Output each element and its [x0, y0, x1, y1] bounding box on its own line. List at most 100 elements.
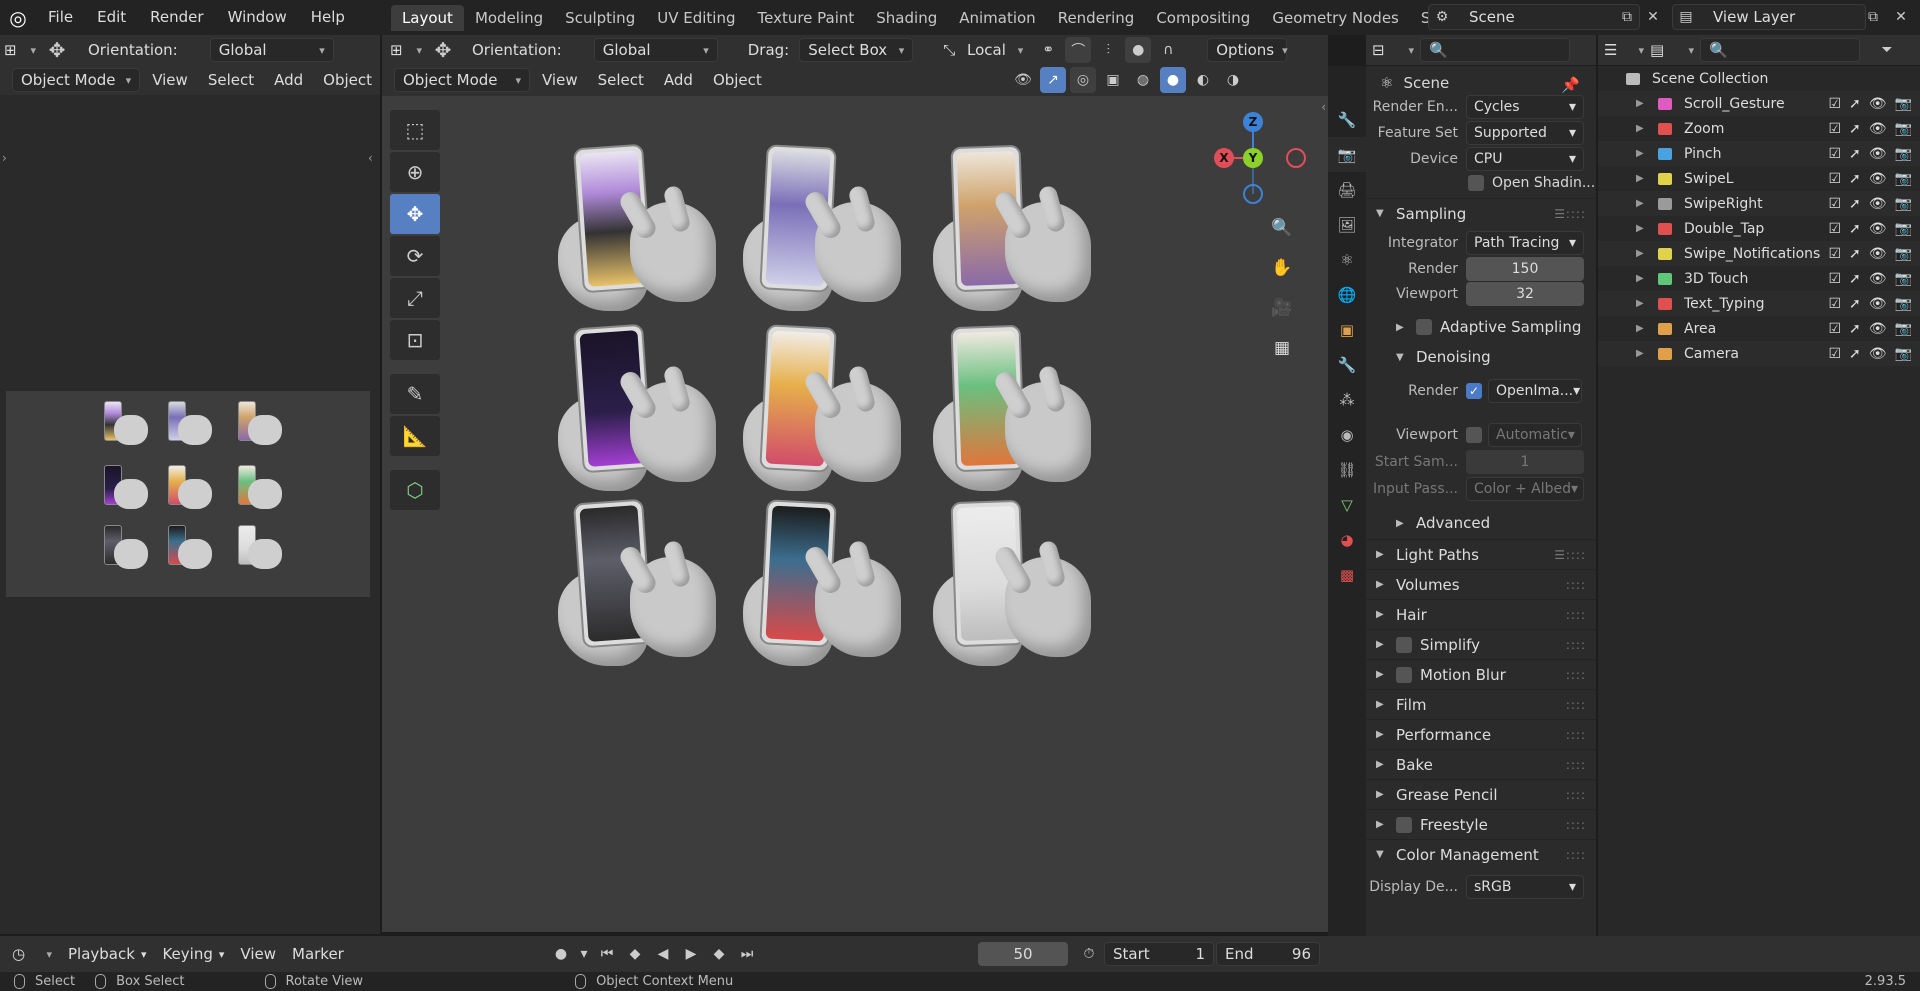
adaptive-sampling-checkbox[interactable] [1416, 319, 1432, 335]
integrator-dropdown[interactable]: Path Tracing ▾ [1466, 231, 1584, 255]
eye-icon[interactable]: 👁 [1869, 271, 1887, 287]
tab-geometry-nodes[interactable]: Geometry Nodes [1261, 5, 1410, 31]
tab-texture-paint[interactable]: Texture Paint [746, 5, 865, 31]
scene-tab-icon[interactable]: ⚛ [1328, 242, 1366, 277]
view-layer-tab-icon[interactable]: 🖼 [1328, 207, 1366, 242]
camera-icon[interactable]: 📷 [1895, 121, 1912, 137]
menu-file[interactable]: File [36, 0, 85, 35]
select-arrow-icon[interactable]: ➚ [1849, 321, 1861, 337]
expand-arrow-icon[interactable]: ▶ [1636, 273, 1644, 284]
rotate-tool-icon[interactable]: ⟳ [390, 236, 440, 276]
start-frame-field[interactable]: Start 1 [1104, 942, 1214, 966]
phone-hand-model[interactable] [558, 323, 742, 501]
jump-start-icon[interactable]: ⏮ [594, 941, 620, 967]
collapse-right-icon[interactable]: ‹ [368, 151, 373, 165]
gizmo-x-axis[interactable]: X [1214, 148, 1234, 168]
exclude-checkbox-icon[interactable]: ☑ [1828, 221, 1841, 237]
timeline-menu-view[interactable]: View [232, 942, 284, 966]
expand-arrow-icon[interactable]: ▶ [1636, 98, 1644, 109]
xray-icon[interactable]: ▣ [1100, 67, 1126, 93]
end-frame-field[interactable]: End 96 [1216, 942, 1320, 966]
outliner-item[interactable]: ▶ Scroll_Gesture ☑ ➚ 👁 📷 [1598, 91, 1920, 116]
next-keyframe-icon[interactable]: ◆ [706, 941, 732, 967]
eye-icon[interactable]: 👁 [1869, 171, 1887, 187]
texture-tab-icon[interactable]: ▩ [1328, 557, 1366, 592]
denoise-render-checkbox[interactable]: ✓ [1466, 383, 1482, 399]
outliner-item[interactable]: ▶ SwipeL ☑ ➚ 👁 📷 [1598, 166, 1920, 191]
select-arrow-icon[interactable]: ➚ [1849, 346, 1861, 362]
panel-grease-pencil[interactable]: ▶ Grease Pencil:::: [1366, 779, 1596, 809]
select-arrow-icon[interactable]: ➚ [1849, 271, 1861, 287]
exclude-checkbox-icon[interactable]: ☑ [1828, 346, 1841, 362]
viewport-menu-select[interactable]: Select [590, 68, 652, 92]
camera-icon[interactable]: 📷 [1895, 196, 1912, 212]
start-sample-field[interactable]: 1 [1466, 450, 1584, 474]
select-box-tool-icon[interactable]: ⬚ [390, 110, 440, 150]
denoise-viewport-dropdown[interactable]: Automatic ▾ [1488, 423, 1582, 447]
gizmo-y-axis[interactable]: Y [1243, 148, 1263, 168]
filter-icon[interactable]: ⏷ [1874, 37, 1900, 63]
select-arrow-icon[interactable]: ➚ [1849, 196, 1861, 212]
camera-icon[interactable]: 📷 [1895, 346, 1912, 362]
viewport-mode-dropdown[interactable]: Object Mode ▾ [394, 68, 530, 92]
phone-hand-model[interactable] [743, 144, 927, 321]
panel-volumes[interactable]: ▶ Volumes:::: [1366, 569, 1596, 599]
3d-viewport[interactable]: ⬚ ⊕ ✥ ⟳ ⤢ ⊡ ✎ 📐 ⬡ ‹ Z X Y 🔍 ✋ 🎥 ▦ [382, 96, 1328, 932]
panel-hair[interactable]: ▶ Hair:::: [1366, 599, 1596, 629]
select-arrow-icon[interactable]: ➚ [1849, 171, 1861, 187]
tab-uv-editing[interactable]: UV Editing [646, 5, 746, 31]
prev-keyframe-icon[interactable]: ◆ [622, 941, 648, 967]
modifier-tab-icon[interactable]: 🔧 [1328, 347, 1366, 382]
pivot-dropdown[interactable]: ⤡ Local ▾ [935, 38, 1031, 62]
outliner-item[interactable]: ▶ Double_Tap ☑ ➚ 👁 📷 [1598, 216, 1920, 241]
snap-target-icon[interactable]: ⫶ [1095, 37, 1121, 63]
exclude-checkbox-icon[interactable]: ☑ [1828, 121, 1841, 137]
add-cube-tool-icon[interactable]: ⬡ [390, 470, 440, 510]
phone-hand-model[interactable] [743, 324, 927, 501]
timeline-editor-type-icon[interactable]: ◷ ▾ [12, 942, 52, 966]
open-shading-row[interactable]: Open Shadin... [1366, 170, 1596, 196]
tool-tab-icon[interactable]: 🔧 [1328, 102, 1366, 137]
advanced-header[interactable]: ▶ Advanced [1366, 508, 1596, 538]
overlay-toggle-icon[interactable]: ◎ [1070, 67, 1096, 93]
move-gizmo-icon[interactable]: ✥ [44, 37, 70, 63]
expand-arrow-icon[interactable]: ▶ [1636, 348, 1644, 359]
open-shading-checkbox[interactable] [1468, 175, 1484, 191]
outliner-search-input[interactable]: 🔍 [1700, 38, 1860, 62]
falloff-icon[interactable]: ∩ [1155, 37, 1181, 63]
scene-selector[interactable]: ⚙ Scene [1428, 4, 1640, 30]
panel-light-paths[interactable]: ▶ Light Paths ☰:::: [1366, 539, 1596, 569]
viewport-editor-type-icon[interactable]: ⊞ ▾ [386, 38, 426, 62]
constraints-tab-icon[interactable]: ⛓ [1328, 452, 1366, 487]
phone-hand-model[interactable] [933, 324, 1117, 501]
properties-search-input[interactable]: 🔍 [1420, 38, 1570, 62]
viewport-menu-view[interactable]: View [534, 68, 586, 92]
outliner-item[interactable]: ▶ Text_Typing ☑ ➚ 👁 📷 [1598, 291, 1920, 316]
tab-sculpting[interactable]: Sculpting [554, 5, 646, 31]
eye-icon[interactable]: 👁 [1869, 196, 1887, 212]
visibility-icon[interactable]: 👁 [1010, 67, 1036, 93]
play-reverse-icon[interactable]: ◀ [650, 941, 676, 967]
panel-bake[interactable]: ▶ Bake:::: [1366, 749, 1596, 779]
camera-icon[interactable]: 📷 [1895, 296, 1912, 312]
panel-motion-blur[interactable]: ▶ Motion Blur:::: [1366, 659, 1596, 689]
material-tab-icon[interactable]: ◕ [1328, 522, 1366, 557]
data-tab-icon[interactable]: ▽ [1328, 487, 1366, 522]
menu-edit[interactable]: Edit [85, 0, 138, 35]
eye-icon[interactable]: 👁 [1869, 221, 1887, 237]
expand-arrow-icon[interactable]: ▶ [1636, 198, 1644, 209]
camera-icon[interactable]: 📷 [1895, 221, 1912, 237]
timeline-menu-playback[interactable]: Playback ▾ [60, 942, 154, 966]
panel-film[interactable]: ▶ Film:::: [1366, 689, 1596, 719]
particles-tab-icon[interactable]: ⁂ [1328, 382, 1366, 417]
editor-type-icon[interactable]: ⊞ ▾ [0, 38, 40, 62]
device-dropdown[interactable]: CPU ▾ [1466, 147, 1584, 171]
snap-icon[interactable]: ⌒ [1065, 37, 1092, 63]
solid-shading-icon[interactable]: ● [1160, 67, 1186, 93]
camera-view-icon[interactable]: 🎥 [1266, 292, 1298, 324]
eye-icon[interactable]: 👁 [1869, 121, 1887, 137]
motion-blur-checkbox[interactable] [1396, 666, 1412, 683]
display-mode-icon[interactable]: ▤ ▾ [1650, 38, 1694, 62]
current-frame-field[interactable]: 50 [978, 942, 1068, 966]
tab-modeling[interactable]: Modeling [464, 5, 554, 31]
